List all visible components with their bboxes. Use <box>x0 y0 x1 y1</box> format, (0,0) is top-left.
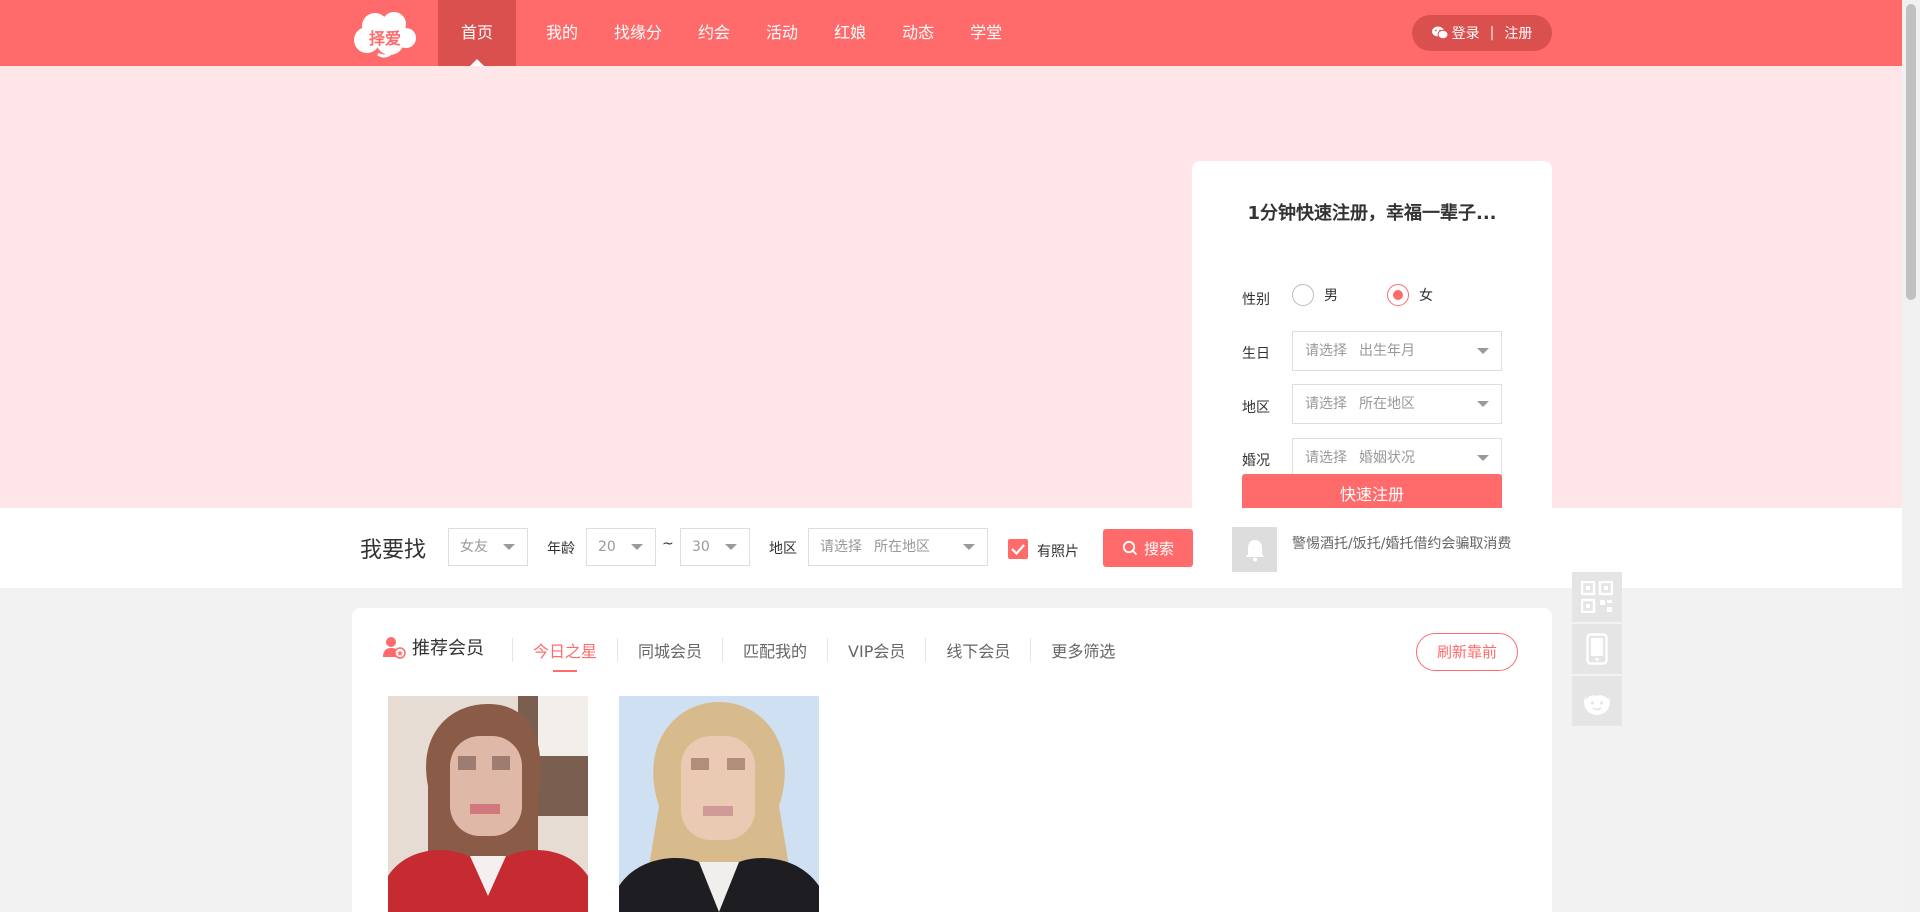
birthday-select[interactable]: 请选择 出生年月 <box>1292 331 1502 371</box>
region-label: 地区 <box>1242 400 1270 416</box>
age-min-value: 20 <box>598 539 616 555</box>
age-max-select[interactable]: 30 <box>680 528 750 566</box>
scrollbar-thumb[interactable] <box>1906 4 1916 300</box>
target-select[interactable]: 女友 <box>448 528 528 566</box>
tab-today-star[interactable]: 今日之星 <box>512 638 617 672</box>
marital-label: 婚况 <box>1242 453 1270 469</box>
tab-vip[interactable]: VIP会员 <box>827 638 925 662</box>
tab-offline[interactable]: 线下会员 <box>925 638 1030 662</box>
chevron-down-icon <box>631 544 643 550</box>
wechat-icon <box>1431 26 1448 40</box>
gender-male-label: 男 <box>1324 288 1338 304</box>
tab-same-city[interactable]: 同城会员 <box>617 638 722 662</box>
banner: 1分钟快速注册，幸福一辈子... 性别 男 女 生日 请选择 出生年月 地区 请选… <box>0 66 1902 545</box>
search-button[interactable]: 搜索 <box>1103 529 1193 567</box>
chevron-down-icon <box>963 544 975 550</box>
mobile-icon <box>1586 633 1608 665</box>
qrcode-tool[interactable] <box>1572 572 1622 622</box>
gender-label: 性别 <box>1242 292 1270 308</box>
age-separator: ~ <box>662 536 674 552</box>
search-button-label: 搜索 <box>1143 539 1174 558</box>
service-icon <box>1584 688 1610 715</box>
member-icon <box>383 637 406 659</box>
nav-dating[interactable]: 约会 <box>680 0 748 66</box>
chevron-down-icon <box>1477 348 1489 354</box>
search-region-hint: 所在地区 <box>874 539 930 555</box>
member-card[interactable] <box>388 696 588 912</box>
side-toolbar <box>1572 572 1622 728</box>
birthday-placeholder: 请选择 <box>1305 343 1347 359</box>
chevron-down-icon <box>503 544 515 550</box>
auth-separator: | <box>1489 25 1495 41</box>
member-photo <box>619 696 819 912</box>
logo[interactable]: 择爱 <box>350 8 420 58</box>
radio-circle-checked <box>1387 284 1409 306</box>
marital-select[interactable]: 请选择 婚姻状况 <box>1292 438 1502 478</box>
qrcode-icon <box>1581 581 1613 613</box>
nav-matchmaker[interactable]: 红娘 <box>816 0 884 66</box>
nav-academy[interactable]: 学堂 <box>952 0 1020 66</box>
has-photo-checkbox[interactable] <box>1008 539 1028 559</box>
chevron-down-icon <box>725 544 737 550</box>
radio-circle <box>1292 284 1314 306</box>
refresh-top-button[interactable]: 刷新靠前 <box>1416 633 1518 671</box>
has-photo-label: 有照片 <box>1037 544 1079 560</box>
search-region-select[interactable]: 请选择 所在地区 <box>808 528 988 566</box>
gender-female-radio[interactable]: 女 <box>1387 284 1433 306</box>
birthday-hint: 出生年月 <box>1359 343 1415 359</box>
quick-register-card: 1分钟快速注册，幸福一辈子... 性别 男 女 生日 请选择 出生年月 地区 请选… <box>1192 161 1552 545</box>
register-title: 1分钟快速注册，幸福一辈子... <box>1247 203 1497 224</box>
notice-bell <box>1232 527 1277 572</box>
tab-more-filter[interactable]: 更多筛选 <box>1030 638 1135 662</box>
nav-mine[interactable]: 我的 <box>528 0 596 66</box>
mobile-tool[interactable] <box>1572 624 1622 674</box>
recommend-section: 推荐会员 今日之星 同城会员 匹配我的 VIP会员 线下会员 更多筛选 刷新靠前 <box>352 608 1552 912</box>
recommend-header: 推荐会员 <box>382 634 484 660</box>
region-select[interactable]: 请选择 所在地区 <box>1292 384 1502 424</box>
age-max-value: 30 <box>692 539 710 555</box>
member-card[interactable] <box>619 696 819 912</box>
region-hint: 所在地区 <box>1359 396 1415 412</box>
chevron-down-icon <box>1477 455 1489 461</box>
bell-icon <box>1245 539 1264 561</box>
search-title: 我要找 <box>360 538 427 563</box>
search-region-label: 地区 <box>769 541 797 557</box>
marital-hint: 婚姻状况 <box>1359 450 1415 466</box>
region-placeholder: 请选择 <box>1305 396 1347 412</box>
search-region-placeholder: 请选择 <box>820 539 862 555</box>
check-icon <box>1011 544 1025 556</box>
recommend-tabs: 今日之星 同城会员 匹配我的 VIP会员 线下会员 更多筛选 <box>512 638 1135 672</box>
register-link[interactable]: 注册 <box>1504 23 1532 43</box>
login-link[interactable]: 登录 <box>1431 23 1480 43</box>
logo-text: 择爱 <box>369 29 401 48</box>
search-icon <box>1122 540 1138 556</box>
safety-notice[interactable]: 警惕酒托/饭托/婚托借约会骗取消费 <box>1292 533 1511 553</box>
gender-male-radio[interactable]: 男 <box>1292 284 1338 306</box>
age-min-select[interactable]: 20 <box>586 528 656 566</box>
nav-home[interactable]: 首页 <box>438 0 516 66</box>
chevron-down-icon <box>1477 401 1489 407</box>
main-nav: 首页 我的 找缘分 约会 活动 红娘 动态 学堂 <box>438 0 1020 66</box>
recommend-title: 推荐会员 <box>412 638 484 659</box>
target-value: 女友 <box>460 539 488 555</box>
nav-find-match[interactable]: 找缘分 <box>596 0 680 66</box>
tab-match-me[interactable]: 匹配我的 <box>722 638 827 662</box>
gender-female-label: 女 <box>1419 288 1433 304</box>
login-label: 登录 <box>1451 26 1480 42</box>
nav-events[interactable]: 活动 <box>748 0 816 66</box>
member-photo <box>388 696 588 912</box>
marital-placeholder: 请选择 <box>1305 450 1347 466</box>
top-navbar: 择爱 首页 我的 找缘分 约会 活动 红娘 动态 学堂 登录 | 注册 <box>0 0 1902 66</box>
birthday-label: 生日 <box>1242 346 1270 362</box>
page-scrollbar[interactable] <box>1902 0 1920 912</box>
service-tool[interactable] <box>1572 676 1622 726</box>
auth-box: 登录 | 注册 <box>1412 15 1552 51</box>
age-label: 年龄 <box>547 541 575 557</box>
nav-feed[interactable]: 动态 <box>884 0 952 66</box>
